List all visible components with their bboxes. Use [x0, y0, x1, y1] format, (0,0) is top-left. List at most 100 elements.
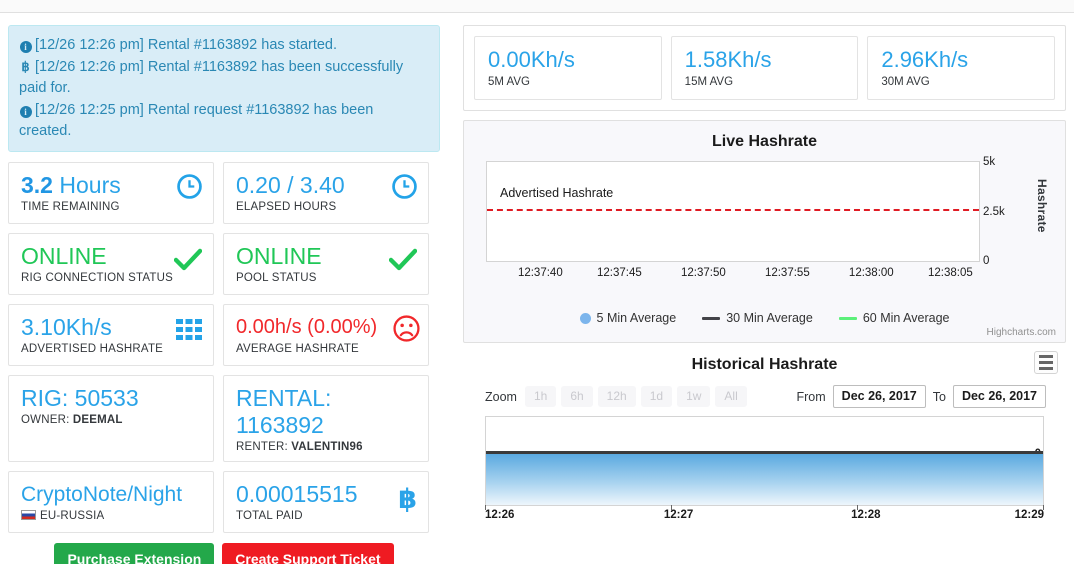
- live-chart-plot-area: Advertised Hashrate 5k 2.5k 0 Hashrate 1…: [464, 155, 1065, 305]
- grid-icon: [176, 319, 202, 340]
- card-value: RIG: 50533: [21, 385, 139, 411]
- avg-value: 1.58Kh/s: [684, 47, 772, 72]
- y-tick: 2.5k: [983, 206, 1005, 218]
- right-column: 0.00Kh/s 5M AVG 1.58Kh/s 15M AVG 2.96Kh/…: [455, 17, 1074, 564]
- x-tick: 12:37:50: [680, 267, 726, 279]
- legend-item-30min[interactable]: 30 Min Average: [702, 311, 813, 325]
- info-icon: i: [19, 99, 32, 120]
- legend-label: 60 Min Average: [862, 311, 950, 325]
- stat-card-grid: 3.2 Hours TIME REMAINING 0.20 / 3.40 ELA…: [8, 162, 440, 533]
- flag-ru-icon: [21, 510, 36, 520]
- activity-alert-box: i [12/26 12:26 pm] Rental #1163892 has st…: [8, 25, 440, 152]
- card-time-remaining: 3.2 Hours TIME REMAINING: [8, 162, 214, 224]
- zoom-button-6h[interactable]: 6h: [561, 386, 593, 407]
- x-tick: 12:37:45: [596, 267, 642, 279]
- card-rental: RENTAL: 1163892 RENTER: VALENTIN96: [223, 375, 429, 462]
- card-label-bold: DEEMAL: [72, 414, 123, 426]
- x-tick: 12:29: [1014, 509, 1044, 521]
- alert-line: ฿ [12/26 12:26 pm] Rental #1163892 has be…: [19, 56, 429, 99]
- historical-chart-plot-box[interactable]: 0: [485, 416, 1044, 506]
- live-chart-y-axis-title: Hashrate: [1035, 179, 1049, 233]
- legend-label: 30 Min Average: [726, 311, 813, 325]
- avg-card-5m: 0.00Kh/s 5M AVG: [474, 36, 662, 100]
- x-tick: 12:37:55: [764, 267, 810, 279]
- card-value: RENTAL: 1163892: [236, 385, 332, 438]
- browser-chrome-strip: [0, 0, 1074, 13]
- clock-icon: [392, 174, 417, 199]
- live-hashrate-chart: Live Hashrate Advertised Hashrate 5k 2.5…: [463, 120, 1066, 343]
- legend-marker-dot-icon: [579, 312, 591, 324]
- legend-item-60min[interactable]: 60 Min Average: [838, 311, 950, 325]
- avg-card-15m: 1.58Kh/s 15M AVG: [670, 36, 859, 100]
- card-label-bold: VALENTIN96: [291, 441, 363, 453]
- historical-chart-x-axis: 12:26 12:27 12:28 12:29: [485, 505, 1044, 524]
- avg-label: 15M AVG: [684, 76, 734, 88]
- card-label: TIME REMAINING: [21, 201, 120, 213]
- card-algorithm: CryptoNote/Night EU-RUSSIA: [8, 471, 214, 533]
- card-value: 0.00h/s (0.00%): [236, 316, 378, 338]
- card-value: 3.10Kh/s: [21, 314, 112, 340]
- card-pool-status: ONLINE POOL STATUS: [223, 233, 429, 295]
- legend-marker-line-icon: [702, 316, 721, 320]
- zoom-button-all[interactable]: All: [715, 386, 747, 407]
- alert-text: [12/26 12:26 pm] Rental #1163892 has sta…: [35, 37, 338, 53]
- zoom-label: Zoom: [485, 389, 517, 404]
- card-value: 0.20 / 3.40: [236, 172, 345, 198]
- live-chart-legend: 5 Min Average 30 Min Average 60 Min Aver…: [464, 305, 1065, 327]
- legend-marker-line-icon: [838, 316, 857, 320]
- live-chart-x-axis: 12:37:40 12:37:45 12:37:50 12:37:55 12:3…: [486, 267, 980, 283]
- purchase-extension-button[interactable]: Purchase Extension: [54, 543, 215, 564]
- from-date-input[interactable]: Dec 26, 2017: [832, 385, 926, 408]
- range-selector-row: Zoom 1h 6h 12h 1d 1w All From Dec 26, 20…: [463, 376, 1066, 414]
- historical-hashrate-chart: Historical Hashrate Zoom 1h 6h 12h 1d 1w…: [463, 348, 1066, 548]
- legend-label: 5 Min Average: [596, 311, 677, 325]
- card-value: 0.00015515: [236, 481, 358, 507]
- hamburger-menu-icon[interactable]: [1034, 351, 1058, 374]
- to-date-input[interactable]: Dec 26, 2017: [952, 385, 1046, 408]
- averages-row: 0.00Kh/s 5M AVG 1.58Kh/s 15M AVG 2.96Kh/…: [464, 26, 1065, 110]
- card-elapsed-hours: 0.20 / 3.40 ELAPSED HOURS: [223, 162, 429, 224]
- x-tick: 12:27: [663, 509, 694, 521]
- live-chart-plot-box: Advertised Hashrate: [486, 161, 980, 262]
- date-range-controls: From Dec 26, 2017 To Dec 26, 2017: [797, 385, 1061, 408]
- card-label: EU-RUSSIA: [21, 510, 201, 522]
- card-average-hashrate: 0.00h/s (0.00%) AVERAGE HASHRATE: [223, 304, 429, 366]
- x-tick: 12:38:05: [927, 267, 973, 279]
- card-label: RIG CONNECTION STATUS: [21, 272, 173, 284]
- zoom-button-1w[interactable]: 1w: [677, 386, 711, 407]
- zoom-button-1d[interactable]: 1d: [640, 386, 673, 407]
- card-label-text: EU-RUSSIA: [40, 510, 105, 522]
- zoom-button-12h[interactable]: 12h: [597, 386, 636, 407]
- x-tick: 12:26: [485, 509, 515, 521]
- live-chart-title: Live Hashrate: [712, 133, 817, 150]
- avg-label: 5M AVG: [488, 76, 530, 88]
- historical-area-series: [486, 451, 1043, 505]
- check-icon: [174, 248, 202, 271]
- card-label: OWNER: DEEMAL: [21, 414, 201, 426]
- card-rig: RIG: 50533 OWNER: DEEMAL: [8, 375, 214, 462]
- create-support-ticket-button[interactable]: Create Support Ticket: [222, 543, 394, 564]
- zoom-button-1h[interactable]: 1h: [524, 386, 557, 407]
- bitcoin-icon: ฿: [398, 484, 417, 515]
- card-advertised-hashrate: 3.10Kh/s ADVERTISED HASHRATE: [8, 304, 214, 366]
- x-tick: 12:38:00: [848, 267, 894, 279]
- card-label: ELAPSED HOURS: [236, 201, 337, 213]
- card-label: POOL STATUS: [236, 272, 317, 284]
- clock-icon: [177, 174, 202, 199]
- left-column: i [12/26 12:26 pm] Rental #1163892 has st…: [0, 17, 448, 564]
- y-tick: 5k: [983, 156, 996, 168]
- from-label: From: [796, 389, 826, 404]
- frown-icon: [393, 315, 420, 342]
- legend-item-5min[interactable]: 5 Min Average: [579, 311, 677, 325]
- averages-panel: 0.00Kh/s 5M AVG 1.58Kh/s 15M AVG 2.96Kh/…: [463, 25, 1066, 111]
- highcharts-credit[interactable]: Highcharts.com: [464, 327, 1065, 342]
- card-rig-connection-status: ONLINE RIG CONNECTION STATUS: [8, 233, 214, 295]
- avg-value: 2.96Kh/s: [881, 47, 969, 72]
- bitcoin-icon: ฿: [21, 59, 30, 74]
- info-icon: i: [19, 34, 32, 55]
- advertised-hashrate-label: Advertised Hashrate: [500, 186, 614, 200]
- x-tick: 12:28: [851, 509, 881, 521]
- card-value-strong: 3.2: [21, 172, 53, 198]
- card-label: ADVERTISED HASHRATE: [21, 343, 164, 355]
- alert-text: [12/26 12:26 pm] Rental #1163892 has bee…: [19, 59, 404, 96]
